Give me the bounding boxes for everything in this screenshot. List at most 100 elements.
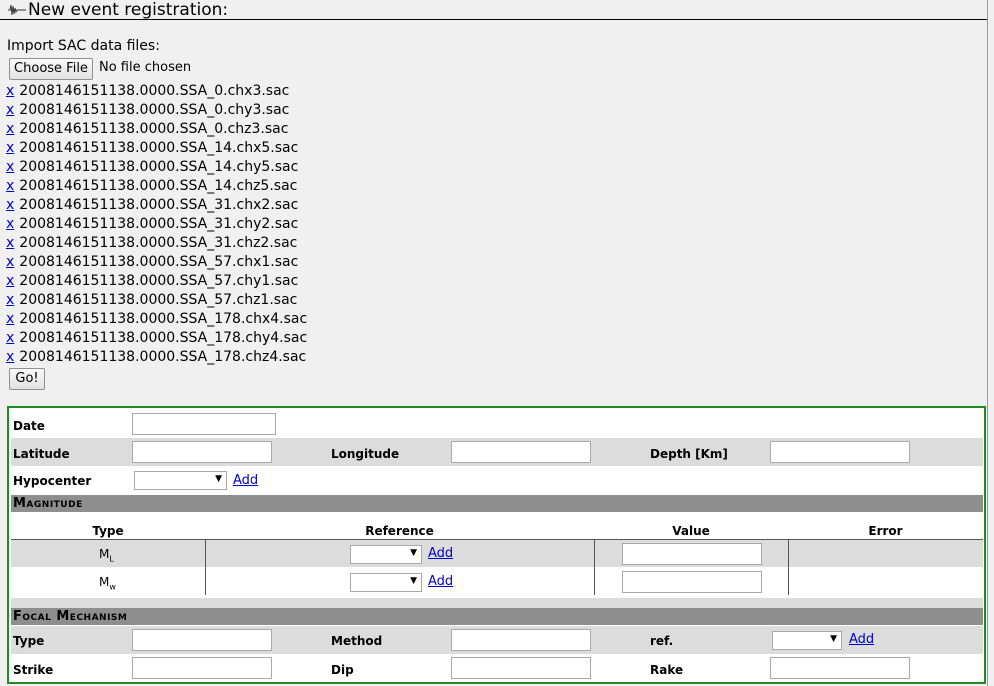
choose-file-button[interactable]: Choose File [9, 58, 93, 80]
mag-row-mw: Mw ▼ Add [11, 568, 983, 595]
file-name: 2008146151138.0000.SSA_0.chz3.sac [19, 121, 289, 137]
chevron-down-icon: ▼ [830, 634, 837, 644]
file-list: x 2008146151138.0000.SSA_0.chx3.sac x 20081… [6, 82, 307, 367]
file-name: 2008146151138.0000.SSA_0.chx3.sac [19, 83, 290, 99]
mag-col-divider-2 [594, 540, 595, 595]
focal-row-2: Strike Dip Rake [11, 655, 983, 681]
date-input[interactable] [132, 413, 276, 435]
chevron-down-icon: ▼ [215, 474, 222, 484]
mag-type-header: Type [92, 524, 124, 538]
longitude-input[interactable] [451, 441, 591, 463]
remove-file-link[interactable]: x [6, 330, 14, 346]
file-name: 2008146151138.0000.SSA_178.chy4.sac [19, 330, 308, 346]
focal-row-1: Type Method ref. ▼ Add [11, 626, 983, 654]
method-input[interactable] [451, 629, 591, 651]
date-label: Date [13, 419, 45, 433]
remove-file-link[interactable]: x [6, 349, 14, 365]
mag-type-ml: ML [99, 547, 114, 564]
ml-value-input[interactable] [622, 543, 762, 565]
file-name: 2008146151138.0000.SSA_31.chz2.sac [19, 235, 298, 251]
magnitude-table: Type Reference Value Error ML ▼ Add Mw ▼… [11, 514, 983, 600]
remove-file-link[interactable]: x [6, 273, 14, 289]
mag-col-divider-3 [788, 540, 789, 595]
strike-label: Strike [13, 663, 54, 677]
file-name: 2008146151138.0000.SSA_57.chy1.sac [19, 273, 299, 289]
file-name: 2008146151138.0000.SSA_57.chz1.sac [19, 292, 298, 308]
mw-reference-select[interactable]: ▼ [350, 573, 422, 592]
file-name: 2008146151138.0000.SSA_31.chy2.sac [19, 216, 299, 232]
mw-add-link[interactable]: Add [428, 574, 453, 589]
depth-label: Depth [Km] [650, 447, 728, 461]
mag-value-header: Value [672, 524, 710, 538]
remove-file-link[interactable]: x [6, 235, 14, 251]
remove-file-link[interactable]: x [6, 159, 14, 175]
window-right-border [987, 0, 994, 686]
method-label: Method [331, 634, 383, 648]
location-row: Latitude Longitude Depth [Km] [11, 438, 983, 466]
file-list-item: x 2008146151138.0000.SSA_57.chx1.sac [6, 253, 307, 272]
latitude-input[interactable] [132, 441, 272, 463]
dip-label: Dip [331, 663, 354, 677]
focal-type-input[interactable] [132, 629, 272, 651]
file-name: 2008146151138.0000.SSA_178.chz4.sac [19, 349, 307, 365]
remove-file-link[interactable]: x [6, 121, 14, 137]
remove-file-link[interactable]: x [6, 140, 14, 156]
remove-file-link[interactable]: x [6, 254, 14, 270]
file-name: 2008146151138.0000.SSA_178.chx4.sac [19, 311, 308, 327]
event-form-panel: Date Latitude Longitude Depth [Km] Hypoc… [7, 406, 986, 684]
ref-label: ref. [650, 634, 674, 648]
rake-label: Rake [650, 663, 684, 677]
hypocenter-select[interactable]: ▼ [134, 471, 227, 490]
remove-file-link[interactable]: x [6, 102, 14, 118]
seismogram-icon [8, 4, 26, 16]
focal-section-header: Focal Mechanism [11, 608, 983, 625]
chevron-down-icon: ▼ [410, 576, 417, 586]
file-list-item: x 2008146151138.0000.SSA_57.chy1.sac [6, 272, 307, 291]
file-list-item: x 2008146151138.0000.SSA_31.chz2.sac [6, 234, 307, 253]
mag-reference-header: Reference [365, 524, 434, 538]
file-list-item: x 2008146151138.0000.SSA_57.chz1.sac [6, 291, 307, 310]
file-name: 2008146151138.0000.SSA_0.chy3.sac [19, 102, 290, 118]
dip-input[interactable] [451, 657, 591, 679]
file-name: 2008146151138.0000.SSA_57.chx1.sac [19, 254, 299, 270]
page-title: New event registration: [28, 0, 229, 20]
remove-file-link[interactable]: x [6, 216, 14, 232]
go-button[interactable]: Go! [9, 368, 45, 390]
remove-file-link[interactable]: x [6, 197, 14, 213]
file-list-item: x 2008146151138.0000.SSA_14.chy5.sac [6, 158, 307, 177]
date-row: Date [11, 412, 983, 436]
import-label: Import SAC data files: [7, 38, 160, 54]
file-list-item: x 2008146151138.0000.SSA_178.chz4.sac [6, 348, 307, 367]
strike-input[interactable] [132, 657, 272, 679]
ml-reference-select[interactable]: ▼ [350, 545, 422, 564]
file-list-item: x 2008146151138.0000.SSA_0.chx3.sac [6, 82, 307, 101]
focal-type-label: Type [13, 634, 45, 648]
file-list-item: x 2008146151138.0000.SSA_178.chy4.sac [6, 329, 307, 348]
focal-ref-select[interactable]: ▼ [772, 631, 842, 650]
file-list-item: x 2008146151138.0000.SSA_0.chy3.sac [6, 101, 307, 120]
file-list-item: x 2008146151138.0000.SSA_14.chz5.sac [6, 177, 307, 196]
ml-add-link[interactable]: Add [428, 546, 453, 561]
rake-input[interactable] [770, 657, 910, 679]
file-list-item: x 2008146151138.0000.SSA_178.chx4.sac [6, 310, 307, 329]
focal-ref-add-link[interactable]: Add [849, 632, 874, 647]
remove-file-link[interactable]: x [6, 292, 14, 308]
mw-value-input[interactable] [622, 571, 762, 593]
file-name: 2008146151138.0000.SSA_14.chy5.sac [19, 159, 299, 175]
remove-file-link[interactable]: x [6, 178, 14, 194]
no-file-text: No file chosen [99, 60, 192, 75]
file-name: 2008146151138.0000.SSA_14.chx5.sac [19, 140, 299, 156]
chevron-down-icon: ▼ [410, 548, 417, 558]
file-list-item: x 2008146151138.0000.SSA_0.chz3.sac [6, 120, 307, 139]
depth-input[interactable] [770, 441, 910, 463]
remove-file-link[interactable]: x [6, 83, 14, 99]
remove-file-link[interactable]: x [6, 311, 14, 327]
magnitude-section-header: Magnitude [11, 495, 983, 512]
file-list-item: x 2008146151138.0000.SSA_14.chx5.sac [6, 139, 307, 158]
file-name: 2008146151138.0000.SSA_14.chz5.sac [19, 178, 298, 194]
hypocenter-add-link[interactable]: Add [233, 473, 258, 488]
mag-spacer [11, 598, 983, 608]
mag-col-divider-1 [205, 540, 206, 595]
file-list-item: x 2008146151138.0000.SSA_31.chy2.sac [6, 215, 307, 234]
mag-type-mw: Mw [99, 575, 116, 592]
